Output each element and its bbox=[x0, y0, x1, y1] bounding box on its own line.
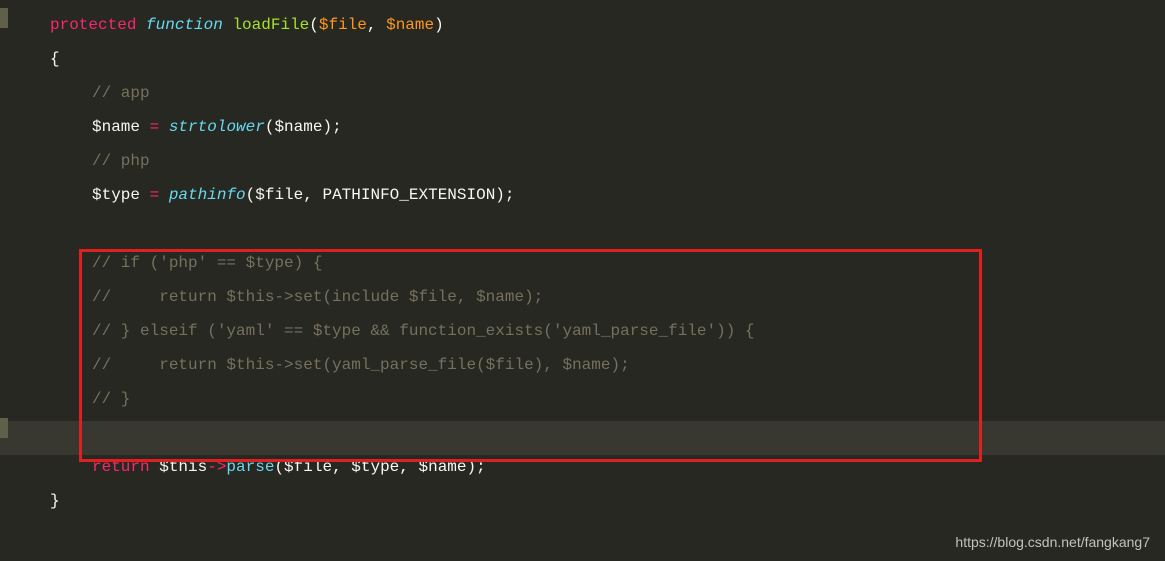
code-line: // php bbox=[20, 144, 1165, 178]
code-line: // } bbox=[20, 382, 1165, 416]
code-line-blank bbox=[20, 212, 1165, 246]
code-line: return $this->parse($file, $type, $name)… bbox=[20, 450, 1165, 484]
comment: // php bbox=[92, 152, 150, 170]
gutter-marker bbox=[0, 418, 8, 438]
code-editor[interactable]: protected function loadFile($file, $name… bbox=[0, 0, 1165, 518]
builtin-function: strtolower bbox=[169, 118, 265, 136]
code-line: $name = strtolower($name); bbox=[20, 110, 1165, 144]
param: $name bbox=[386, 16, 434, 34]
commented-code: // } elseif ('yaml' == $type && function… bbox=[92, 322, 755, 340]
keyword-return: return bbox=[92, 458, 150, 476]
param: $file bbox=[319, 16, 367, 34]
code-line: } bbox=[20, 484, 1165, 518]
code-line: // app bbox=[20, 76, 1165, 110]
code-line: // return $this->set(yaml_parse_file($fi… bbox=[20, 348, 1165, 382]
code-line: // return $this->set(include $file, $nam… bbox=[20, 280, 1165, 314]
commented-code: // } bbox=[92, 390, 130, 408]
variable: $name bbox=[92, 118, 140, 136]
watermark-text: https://blog.csdn.net/fangkang7 bbox=[955, 533, 1150, 553]
code-line: $type = pathinfo($file, PATHINFO_EXTENSI… bbox=[20, 178, 1165, 212]
code-line: protected function loadFile($file, $name… bbox=[20, 8, 1165, 42]
keyword-function: function bbox=[146, 16, 223, 34]
gutter-marker bbox=[0, 8, 8, 28]
variable: $type bbox=[92, 186, 140, 204]
commented-code: // if ('php' == $type) { bbox=[92, 254, 322, 272]
code-line: // } elseif ('yaml' == $type && function… bbox=[20, 314, 1165, 348]
function-name: loadFile bbox=[232, 16, 309, 34]
code-line-blank bbox=[20, 416, 1165, 450]
comment: // app bbox=[92, 84, 150, 102]
method-call: parse bbox=[226, 458, 274, 476]
code-line: // if ('php' == $type) { bbox=[20, 246, 1165, 280]
commented-code: // return $this->set(include $file, $nam… bbox=[92, 288, 543, 306]
code-line: { bbox=[20, 42, 1165, 76]
keyword-protected: protected bbox=[50, 16, 136, 34]
builtin-function: pathinfo bbox=[169, 186, 246, 204]
commented-code: // return $this->set(yaml_parse_file($fi… bbox=[92, 356, 630, 374]
